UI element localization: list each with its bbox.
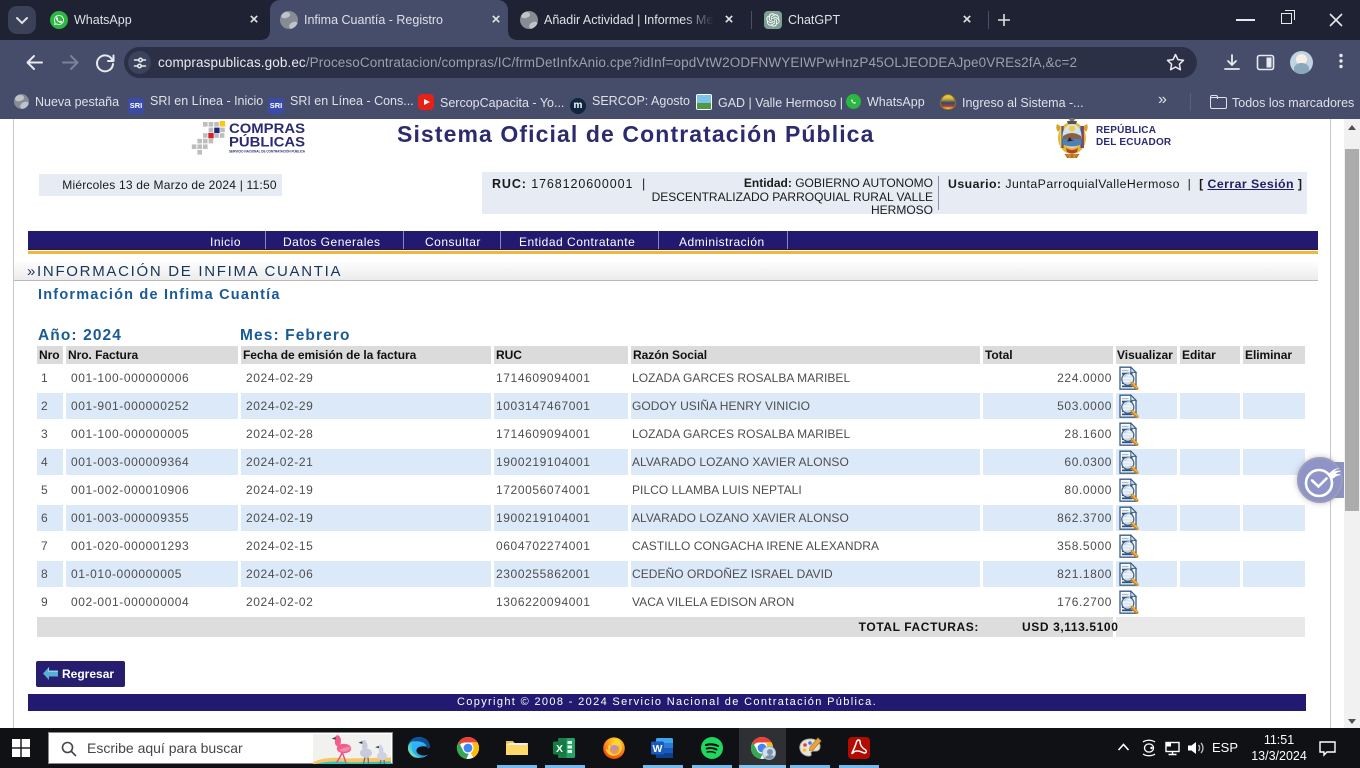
svg-text:W: W [653,743,663,755]
svg-text:SERVICIO NACIONAL DE CONTRATAC: SERVICIO NACIONAL DE CONTRATACIÓN PÚBLIC… [229,149,305,154]
svg-text:X: X [556,743,563,755]
svg-text:PÚBLICAS: PÚBLICAS [229,135,305,150]
